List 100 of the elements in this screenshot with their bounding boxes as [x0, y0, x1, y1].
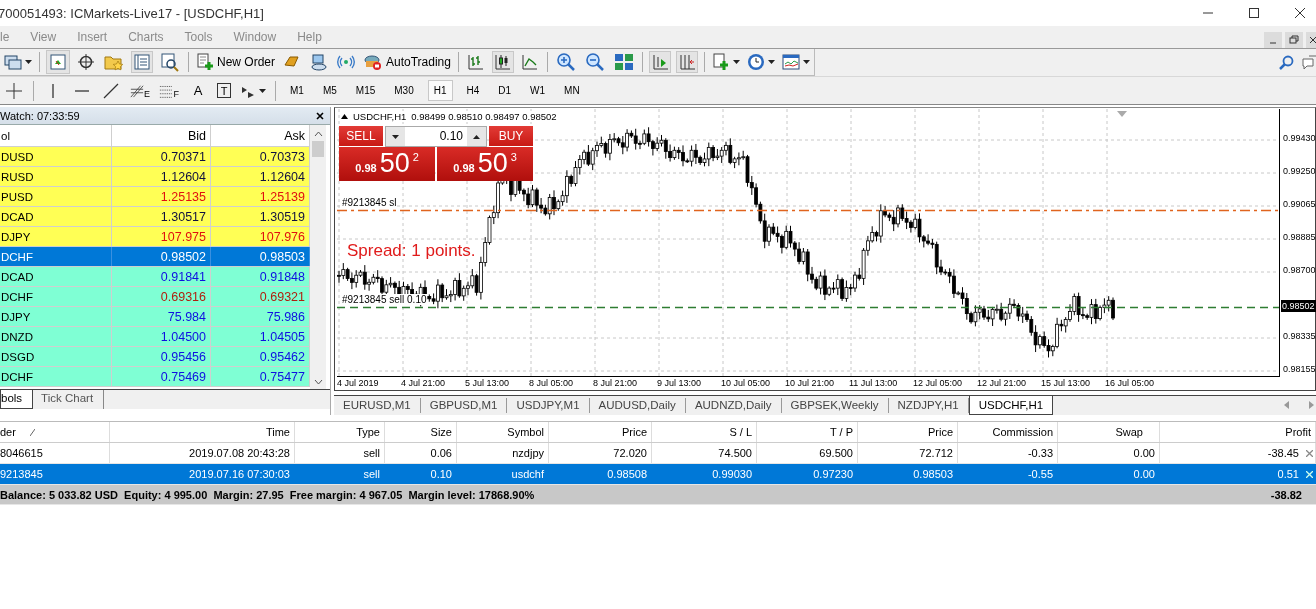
decrease-icon[interactable] [392, 134, 399, 139]
buy-button[interactable]: BUY [489, 126, 533, 147]
column-header[interactable]: Swap [1058, 422, 1160, 442]
fibonacci-channel-button[interactable]: E [130, 82, 150, 99]
profiles-button[interactable] [4, 54, 32, 70]
restore-icon[interactable] [1285, 32, 1303, 48]
line-chart-icon[interactable] [519, 52, 540, 72]
timeframe-button[interactable]: D1 [493, 81, 517, 100]
crosshair-icon[interactable] [76, 52, 96, 72]
chart-tab[interactable]: AUDNZD,Daily [685, 398, 782, 413]
axis-label: 0.98885 [1283, 232, 1316, 242]
scroll-left-icon[interactable] [1284, 401, 1289, 409]
shift-marker-icon[interactable] [1117, 111, 1127, 117]
table-cell: 0.00 [1058, 443, 1160, 463]
quote-row[interactable]: DJPY 75.984 75.986 [0, 307, 310, 327]
quote-row[interactable]: DSGD 0.95456 0.95462 [0, 347, 310, 367]
bar-chart-icon[interactable] [465, 52, 486, 72]
table-cell: 0.51 [1160, 464, 1316, 484]
zoom-out-icon[interactable] [583, 51, 606, 73]
quote-row[interactable]: DJPY 107.975 107.976 [0, 227, 310, 247]
text-tool-button[interactable]: A [188, 83, 208, 98]
autoscroll-icon[interactable] [649, 52, 670, 72]
scroll-right-icon[interactable] [1309, 401, 1314, 409]
increase-icon[interactable] [473, 134, 480, 139]
search-icon[interactable] [1278, 54, 1294, 71]
indicators-button[interactable] [711, 53, 740, 71]
table-cell: 0.00 [1058, 464, 1160, 484]
scrollbar[interactable] [310, 125, 326, 389]
timeframe-button[interactable]: H1 [427, 80, 453, 101]
table-cell: DCHF [0, 367, 112, 386]
minimize-icon[interactable] [1264, 32, 1282, 48]
column-header[interactable]: S / L [652, 422, 757, 442]
periods-button[interactable] [746, 53, 775, 71]
chart-shift-icon[interactable] [676, 52, 697, 72]
scroll-down-icon[interactable] [313, 379, 323, 385]
autotrading-button[interactable]: AutoTrading [363, 53, 451, 71]
timeframe-button[interactable]: W1 [525, 81, 551, 100]
quote-row[interactable]: RUSD 1.12604 1.12604 [0, 167, 310, 187]
order-row[interactable]: 9213845 2019.07.16 07:30:03 sell 0.10 usdchf 0.98508 0.99030 0.97230 0.98503 -0.55 0.00 0.51 [0, 464, 1316, 485]
quote-row[interactable]: DCHF 0.98502 0.98503 [0, 247, 310, 267]
chart-tab[interactable]: GBPSEK,Weekly [781, 398, 889, 413]
table-cell: 2019.07.08 20:43:28 [110, 443, 295, 463]
close-icon[interactable] [316, 111, 324, 120]
chart-tab[interactable]: EURUSD,M1 [334, 398, 421, 413]
column-header[interactable]: Profit [1160, 422, 1316, 442]
table-cell: 0.99030 [652, 464, 757, 484]
quote-row[interactable]: DCHF 0.75469 0.75477 [0, 367, 310, 387]
scroll-up-icon[interactable] [313, 131, 323, 137]
timeframe-button[interactable]: MN [559, 81, 585, 100]
chat-icon[interactable] [1302, 54, 1316, 71]
timeframe-button[interactable]: H4 [461, 81, 485, 100]
close-icon[interactable] [1306, 32, 1316, 48]
text-label-button[interactable]: T [217, 83, 231, 98]
column-header[interactable]: Type [295, 422, 385, 442]
collapse-icon[interactable] [341, 114, 348, 119]
chart-tab[interactable]: USDJPY,M1 [507, 398, 590, 413]
timeframe-button[interactable]: M30 [389, 81, 419, 100]
new-order-button[interactable]: New Order [196, 53, 275, 71]
column-header[interactable]: Commission [958, 422, 1058, 442]
column-header[interactable]: der [0, 422, 110, 442]
column-header[interactable]: T / P [757, 422, 858, 442]
timeframe-button[interactable]: M15 [350, 81, 381, 100]
column-header[interactable]: ol [0, 125, 112, 146]
chart-tab[interactable]: GBPUSD,M1 [420, 398, 508, 413]
quote-row[interactable]: PUSD 1.25135 1.25139 [0, 187, 310, 207]
server-icon[interactable] [309, 52, 329, 72]
column-header[interactable]: Price [549, 422, 652, 442]
quote-row[interactable]: DCAD 0.91841 0.91848 [0, 267, 310, 287]
close-icon[interactable] [1294, 7, 1306, 19]
axis-label: 15 Jul 13:00 [1041, 378, 1091, 388]
lot-field[interactable]: 0.10 [385, 126, 487, 147]
balance-text: Balance: 5 033.82 USD Equity: 4 995.00 Margin: 27.95 Free margin: 4 967.05 Margin level: 17868.90% [0, 488, 535, 501]
column-header[interactable]: Size [385, 422, 457, 442]
templates-button[interactable] [781, 54, 810, 70]
panel-tab[interactable]: Tick Chart [41, 390, 105, 409]
timeframe-button[interactable]: M1 [285, 81, 309, 100]
fibonacci-button[interactable]: F [159, 82, 179, 99]
scrollbar-thumb[interactable] [312, 141, 324, 157]
column-header[interactable]: Bid [112, 125, 211, 146]
zoom-in-icon[interactable] [554, 51, 577, 73]
tile-windows-icon[interactable] [612, 52, 635, 72]
quote-row[interactable]: DCHF 0.69316 0.69321 [0, 287, 310, 307]
maximize-icon[interactable] [1248, 7, 1260, 19]
chart-ohlc: 0.98499 0.98510 0.98497 0.98502 [411, 111, 557, 122]
quote-row[interactable]: DCAD 1.30517 1.30519 [0, 207, 310, 227]
quote-row[interactable]: DUSD 0.70371 0.70373 [0, 147, 310, 167]
column-header[interactable]: Symbol [457, 422, 549, 442]
order-line[interactable] [337, 209, 1279, 213]
panel-tab[interactable]: bols [0, 390, 34, 409]
candlestick-icon[interactable] [492, 52, 513, 72]
chart-tab[interactable]: USDCHF,H1 [968, 396, 1054, 415]
panel-title: Watch: 07:33:59 [0, 109, 80, 122]
timeframe-button[interactable]: M5 [317, 81, 342, 100]
column-header[interactable]: Time [110, 422, 295, 442]
order-line[interactable] [337, 306, 1279, 310]
chart-tab[interactable]: AUDUSD,Daily [589, 398, 686, 413]
quote-row[interactable]: DNZD 1.04500 1.04505 [0, 327, 310, 347]
sell-button[interactable]: SELL [339, 126, 383, 147]
chart-tab[interactable]: NZDJPY,H1 [888, 398, 969, 413]
column-header[interactable]: Price [858, 422, 958, 442]
